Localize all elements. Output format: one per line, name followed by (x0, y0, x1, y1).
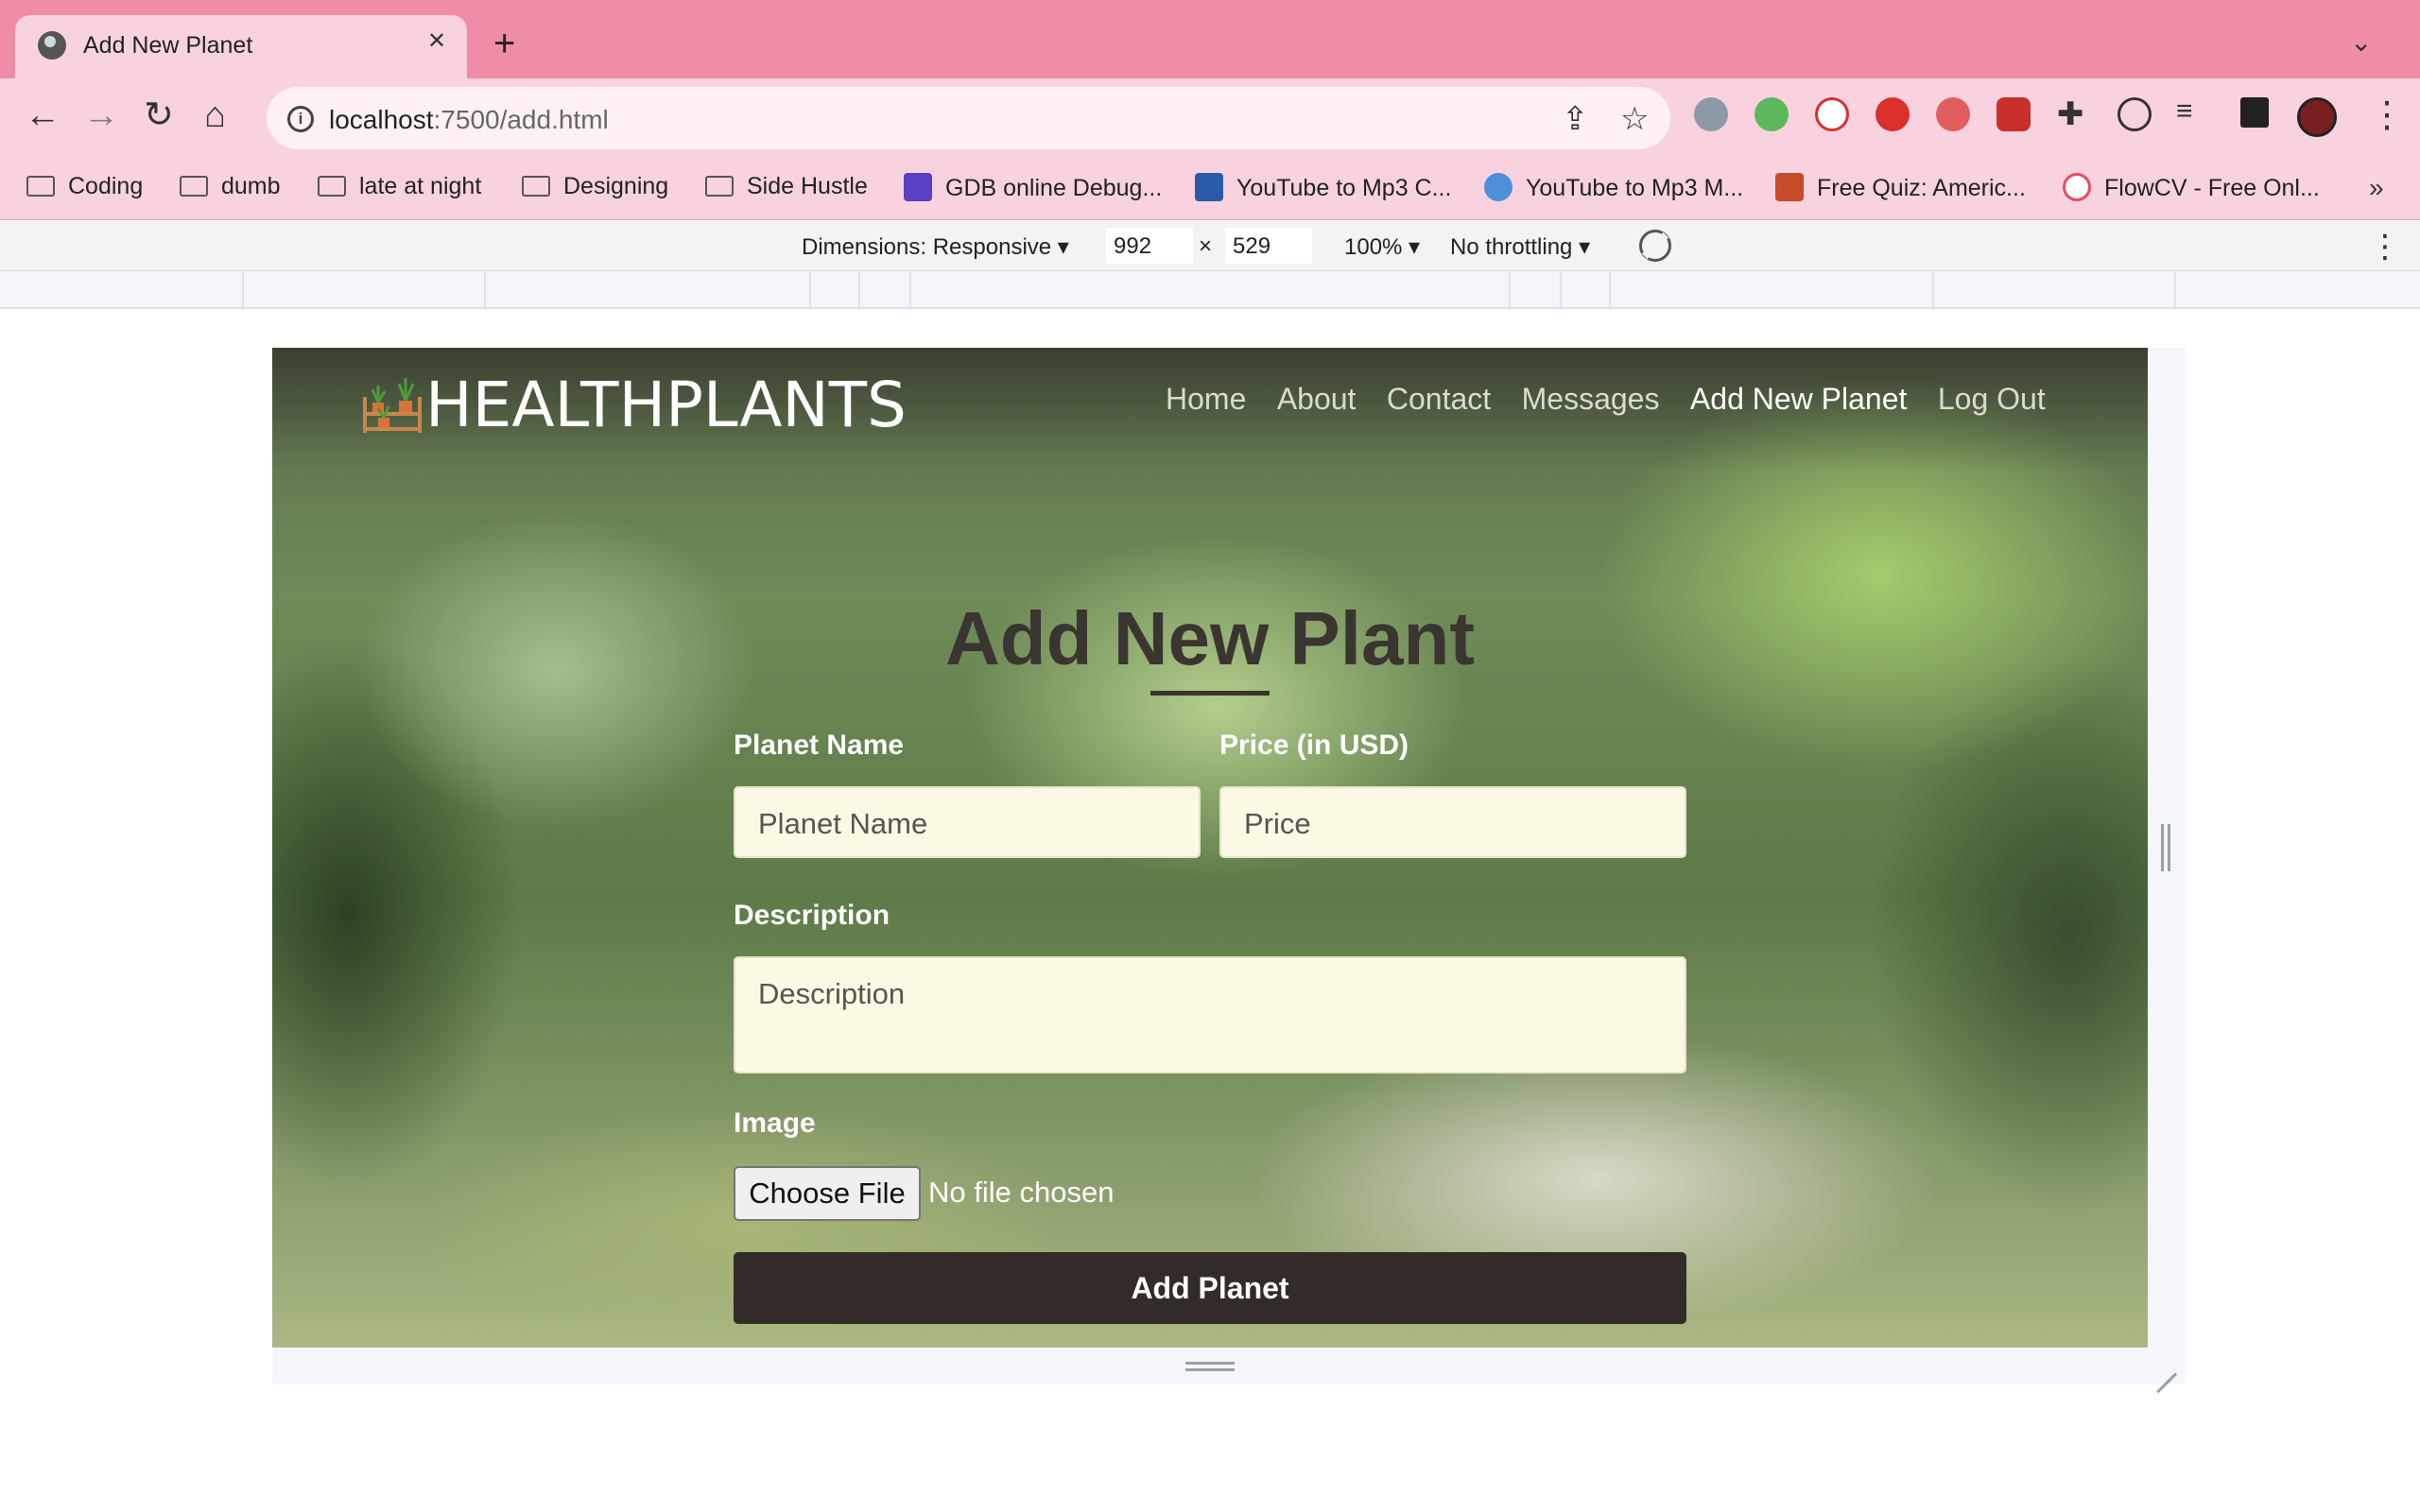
bookmark-star-icon[interactable]: ☆ (1620, 100, 1649, 138)
media-query-marker[interactable] (858, 271, 860, 307)
bookmarks-bar: Coding dumb late at night Designing Side… (0, 158, 2420, 220)
media-query-marker[interactable] (1509, 271, 1511, 307)
nav-log-out[interactable]: Log Out (1938, 382, 2046, 417)
bookmark-designing[interactable]: Designing (522, 173, 668, 200)
rotate-icon[interactable] (1639, 230, 1671, 262)
site-nav: Home About Contact Messages Add New Plan… (1166, 382, 2072, 417)
browser-tab[interactable]: Add New Planet ✕ (15, 15, 467, 78)
bookmark-late-at-night[interactable]: late at night (318, 173, 481, 200)
page-viewport: HEALTHPLANTS Home About Contact Messages… (272, 348, 2148, 1348)
media-query-marker[interactable] (242, 271, 244, 307)
gdb-icon (904, 173, 932, 201)
browser-toolbar: ← → ↻ ⌂ i localhost:7500/add.html ⇪ ☆ ✚ … (0, 78, 2420, 158)
media-query-marker[interactable] (2174, 271, 2176, 307)
price-input[interactable]: Price (1219, 786, 1686, 858)
tab-title: Add New Planet (83, 32, 253, 59)
bookmark-free-quiz[interactable]: Free Quiz: Americ... (1775, 173, 2026, 202)
price-label: Price (in USD) (1219, 730, 1409, 761)
choose-file-button[interactable]: Choose File (734, 1166, 921, 1221)
media-query-marker[interactable] (484, 271, 486, 307)
heading-underline (1150, 691, 1270, 696)
reload-button[interactable]: ↻ (144, 97, 174, 133)
add-planet-button[interactable]: Add Planet (734, 1252, 1686, 1324)
browser-menu-icon[interactable]: ⋮ (2369, 94, 2405, 136)
media-query-marker[interactable] (909, 271, 911, 307)
flowcv-icon (2063, 173, 2091, 201)
description-textarea[interactable]: Description (734, 956, 1686, 1074)
b-extension-icon[interactable] (1936, 97, 1970, 131)
throttling-dropdown[interactable]: No throttling ▾ (1450, 233, 1590, 261)
profile-avatar[interactable] (2297, 97, 2337, 137)
media-query-marker[interactable] (1560, 271, 1562, 307)
bookmarks-overflow-icon[interactable]: » (2369, 173, 2384, 203)
media-control-icon[interactable]: ≡ (2176, 95, 2193, 128)
folder-icon (522, 176, 550, 197)
folder-icon (705, 176, 734, 197)
viewport-resize-handle-right[interactable] (2161, 824, 2170, 871)
media-query-marker[interactable] (1609, 271, 1611, 307)
site-brand[interactable]: HEALTHPLANTS (425, 369, 907, 441)
download-icon (1195, 173, 1223, 201)
bookmark-coding[interactable]: Coding (26, 173, 143, 200)
planet-name-input[interactable]: Planet Name (734, 786, 1201, 858)
nav-messages[interactable]: Messages (1522, 382, 1660, 417)
performance-icon[interactable] (2118, 97, 2152, 131)
ublock-extension-icon[interactable] (1996, 97, 2031, 131)
bookmark-youtube-mp3-m[interactable]: YouTube to Mp3 M... (1484, 173, 1743, 202)
translate-extension-icon[interactable] (1694, 97, 1728, 131)
folder-icon (180, 176, 208, 197)
forward-button[interactable]: → (83, 97, 119, 133)
zoom-dropdown[interactable]: 100% ▾ (1344, 233, 1420, 261)
tab-search-chevron-icon[interactable]: ⌄ (2350, 26, 2372, 58)
video-extension-icon[interactable] (1815, 97, 1849, 131)
device-toolbar-menu-icon[interactable]: ⋮ (2369, 228, 2401, 266)
page-title: Add New Plant (944, 596, 1476, 680)
globe-icon (38, 31, 66, 60)
media-query-bar (0, 271, 2420, 309)
planet-name-label: Planet Name (734, 730, 905, 761)
home-button[interactable]: ⌂ (204, 97, 226, 133)
nav-home[interactable]: Home (1166, 382, 1246, 417)
folder-icon (318, 176, 346, 197)
bookmark-flowcv[interactable]: FlowCV - Free Onl... (2063, 173, 2320, 202)
nav-about[interactable]: About (1277, 382, 1357, 417)
media-query-marker[interactable] (809, 271, 811, 307)
viewport-resize-handle-corner[interactable] (2153, 1353, 2176, 1376)
adblock-extension-icon[interactable] (1876, 97, 1910, 131)
viewport-resize-handle-bottom[interactable] (1185, 1362, 1235, 1371)
share-icon[interactable]: ⇪ (1562, 100, 1589, 138)
tab-strip: Add New Planet ✕ + ⌄ (0, 0, 2420, 78)
device-toolbar: Dimensions: Responsive ▾ 992 × 529 100% … (0, 220, 2420, 271)
back-button[interactable]: ← (25, 97, 60, 133)
bookmark-gdb[interactable]: GDB online Debug... (904, 173, 1162, 202)
shield-extension-icon[interactable] (1754, 97, 1789, 131)
side-panel-icon[interactable] (2240, 97, 2269, 128)
file-status-text: No file chosen (928, 1176, 1115, 1209)
dimensions-dropdown[interactable]: Dimensions: Responsive ▾ (802, 233, 1069, 261)
plant-shelf-logo-icon (363, 378, 422, 433)
folder-icon (26, 176, 55, 197)
image-label: Image (734, 1108, 816, 1139)
bookmark-side-hustle[interactable]: Side Hustle (705, 173, 868, 200)
media-query-marker[interactable] (1932, 271, 1934, 307)
site-info-icon[interactable]: i (287, 106, 314, 132)
cloud-download-icon (1484, 173, 1512, 201)
close-tab-icon[interactable]: ✕ (427, 30, 446, 53)
bookmark-dumb[interactable]: dumb (180, 173, 281, 200)
bookmark-youtube-mp3-c[interactable]: YouTube to Mp3 C... (1195, 173, 1451, 202)
nav-contact[interactable]: Contact (1387, 382, 1491, 417)
dimension-separator: × (1199, 233, 1213, 259)
url-text[interactable]: localhost:7500/add.html (329, 105, 609, 135)
new-tab-button[interactable]: + (493, 25, 515, 62)
extensions-puzzle-icon[interactable]: ✚ (2057, 95, 2084, 133)
quiz-icon (1775, 173, 1804, 201)
address-bar[interactable]: i localhost:7500/add.html ⇪ ☆ (267, 87, 1670, 149)
nav-add-new-planet[interactable]: Add New Planet (1690, 382, 1907, 417)
description-label: Description (734, 900, 890, 931)
viewport-width-input[interactable]: 992 (1106, 228, 1193, 264)
viewport-height-input[interactable]: 529 (1225, 228, 1312, 264)
